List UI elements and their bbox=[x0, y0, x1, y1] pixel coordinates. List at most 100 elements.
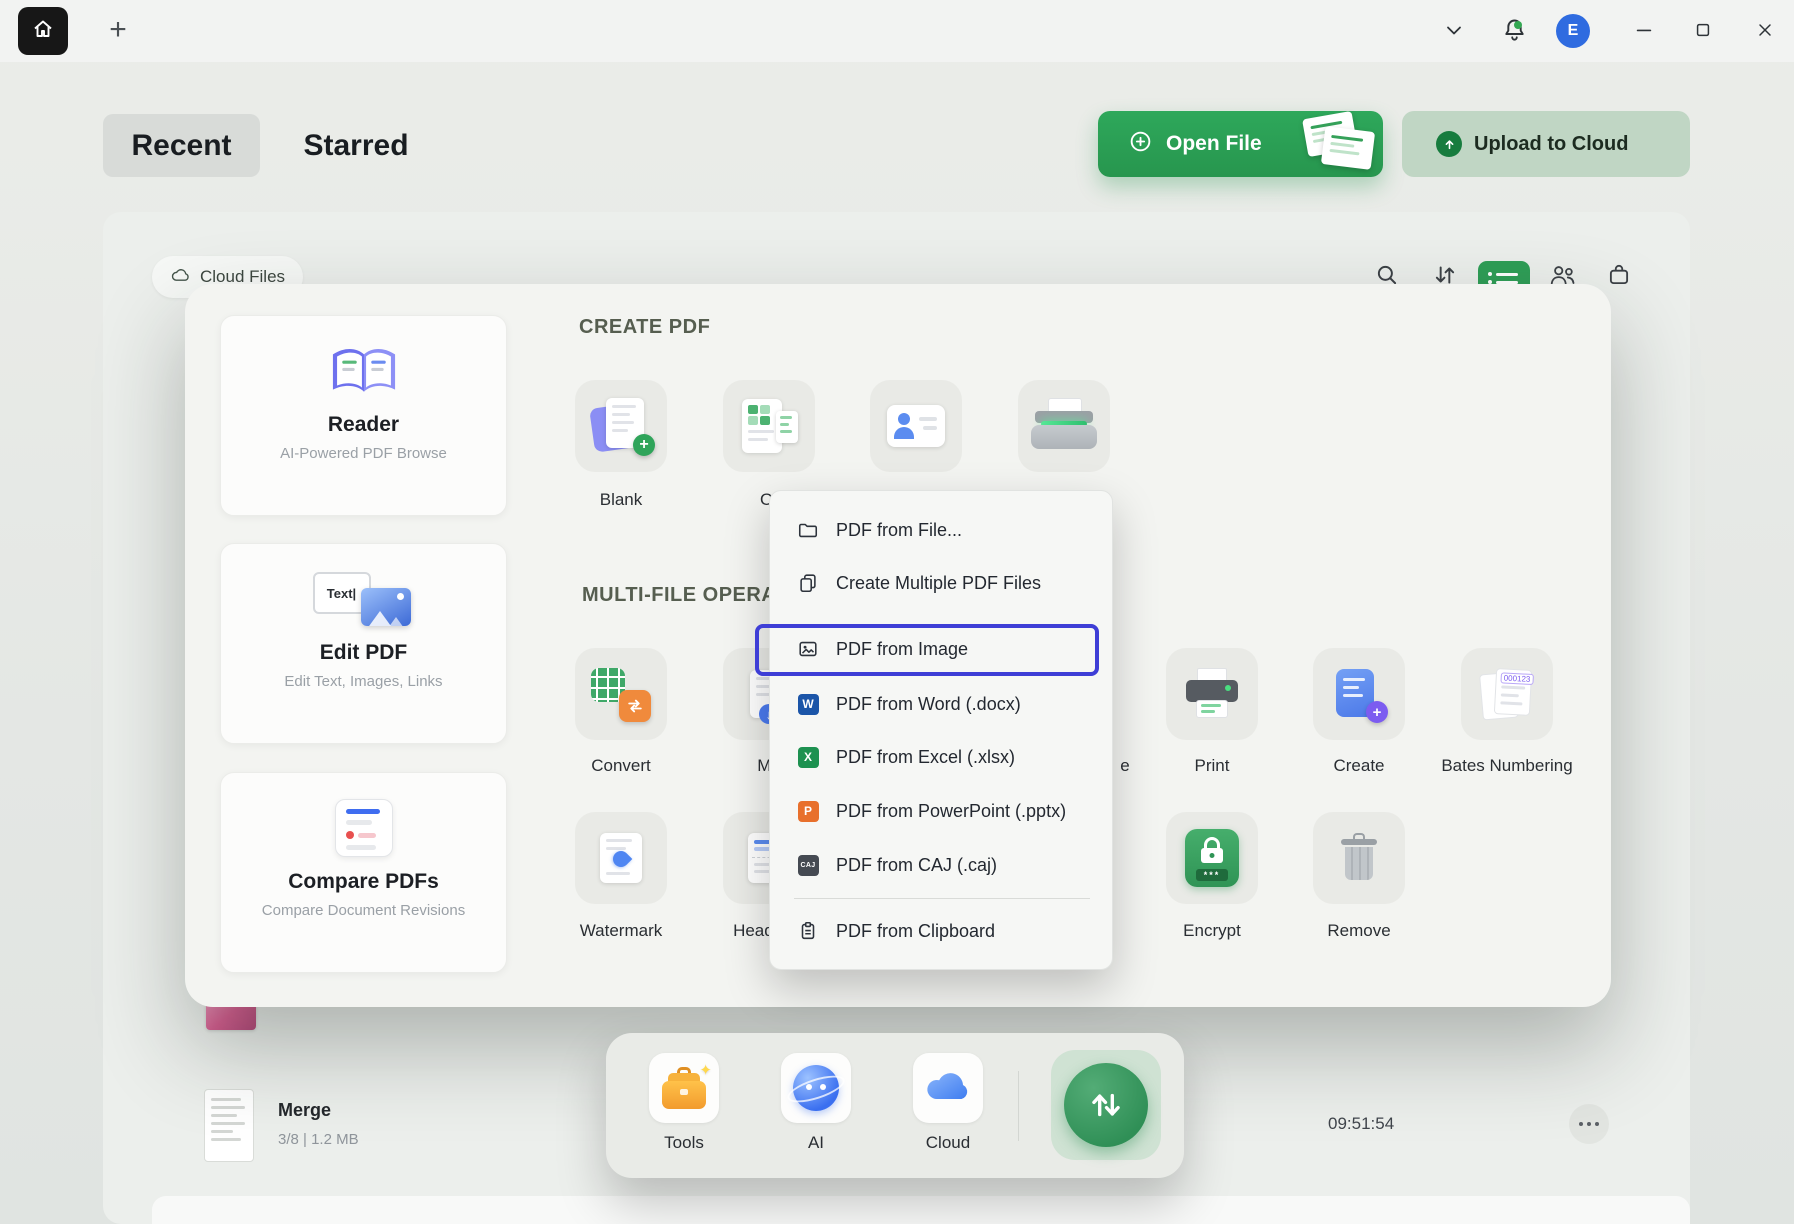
print-label: Print bbox=[1166, 754, 1258, 778]
edit-pdf-card[interactable]: Text| Edit PDF Edit Text, Images, Links bbox=[220, 543, 507, 744]
ai-robot-icon bbox=[793, 1065, 839, 1111]
photo-glyph bbox=[361, 588, 411, 626]
tool-convert-tile[interactable] bbox=[575, 648, 667, 740]
swap-arrows-icon bbox=[1064, 1063, 1148, 1147]
window-minimize-button[interactable] bbox=[1625, 13, 1663, 51]
menu-item-pdf-from-clipboard[interactable]: PDF from Clipboard bbox=[770, 909, 1112, 953]
convert-label: Convert bbox=[575, 754, 667, 778]
id-card-icon bbox=[887, 405, 945, 447]
minimize-icon bbox=[1633, 19, 1655, 46]
image-icon bbox=[796, 637, 820, 661]
dropdown-chevron-button[interactable] bbox=[1435, 13, 1473, 51]
spreadsheet-icon bbox=[740, 397, 798, 455]
print-icon bbox=[1184, 668, 1240, 720]
edit-pdf-icon: Text| bbox=[311, 568, 417, 630]
encrypt-lock-icon: *** bbox=[1185, 829, 1239, 887]
menu-item-pdf-from-caj[interactable]: CAJ PDF from CAJ (.caj) bbox=[770, 843, 1112, 887]
create-icon: + bbox=[1332, 667, 1386, 721]
edit-pdf-title: Edit PDF bbox=[320, 641, 408, 665]
chevron-down-icon bbox=[1442, 18, 1466, 47]
cloud-blue-icon bbox=[923, 1068, 973, 1109]
menu-item-pdf-from-image[interactable]: PDF from Image bbox=[770, 627, 1112, 671]
notifications-button[interactable] bbox=[1495, 13, 1533, 51]
home-tab-button[interactable] bbox=[18, 7, 68, 55]
menu-item-pdf-from-word[interactable]: W PDF from Word (.docx) bbox=[770, 682, 1112, 726]
compare-pdfs-card[interactable]: Compare PDFs Compare Document Revisions bbox=[220, 772, 507, 973]
paper-stack-illustration bbox=[1297, 107, 1375, 179]
new-tab-button[interactable]: + bbox=[98, 10, 138, 50]
create-scanner-tile[interactable] bbox=[1018, 380, 1110, 472]
tool-encrypt-tile[interactable]: *** bbox=[1166, 812, 1258, 904]
window-maximize-button[interactable] bbox=[1684, 13, 1722, 51]
multi-file-heading: MULTI-FILE OPERAT bbox=[582, 584, 788, 607]
file-thumbnail-merge[interactable] bbox=[204, 1089, 254, 1162]
excel-icon: X bbox=[798, 747, 819, 768]
dock-tools-label: Tools bbox=[634, 1133, 734, 1153]
upload-to-cloud-button[interactable]: Upload to Cloud bbox=[1402, 111, 1690, 177]
bottom-dock: ✦ Tools AI Cloud bbox=[606, 1033, 1184, 1178]
bell-icon bbox=[1501, 16, 1528, 48]
user-avatar[interactable]: E bbox=[1556, 14, 1590, 48]
word-icon: W bbox=[798, 694, 819, 715]
close-icon bbox=[1755, 20, 1775, 45]
reader-subtitle: AI-Powered PDF Browse bbox=[280, 445, 447, 462]
compare-pdfs-subtitle: Compare Document Revisions bbox=[262, 902, 465, 919]
scanner-icon bbox=[1029, 398, 1099, 454]
menu-item-pdf-from-file[interactable]: PDF from File... bbox=[770, 508, 1112, 552]
dock-ai-label: AI bbox=[766, 1133, 866, 1153]
dock-divider bbox=[1018, 1071, 1019, 1141]
dock-cloud-label: Cloud bbox=[898, 1133, 998, 1153]
dock-ai-button[interactable] bbox=[781, 1053, 851, 1123]
tab-recent[interactable]: Recent bbox=[103, 114, 260, 177]
dock-cloud-button[interactable] bbox=[913, 1053, 983, 1123]
create-blank-tile[interactable]: + bbox=[575, 380, 667, 472]
blank-tile-label: Blank bbox=[575, 488, 667, 512]
next-row-partial bbox=[152, 1196, 1690, 1224]
covered-label-partial: e bbox=[1115, 754, 1135, 778]
converter-app-button[interactable] bbox=[1051, 1050, 1161, 1160]
encrypt-stars-text: *** bbox=[1196, 869, 1228, 881]
file-more-options-button[interactable] bbox=[1569, 1104, 1609, 1144]
store-button[interactable] bbox=[1600, 258, 1638, 296]
create-pdf-context-menu: PDF from File... Create Multiple PDF Fil… bbox=[769, 490, 1113, 970]
compare-pdfs-icon bbox=[335, 799, 393, 857]
clipboard-icon bbox=[796, 919, 820, 943]
caj-icon: CAJ bbox=[798, 855, 819, 876]
bates-numbering-icon: 000123 bbox=[1477, 666, 1537, 722]
tool-print-tile[interactable] bbox=[1166, 648, 1258, 740]
cloud-icon bbox=[170, 266, 191, 288]
tool-remove-tile[interactable] bbox=[1313, 812, 1405, 904]
reader-book-icon bbox=[324, 338, 404, 404]
copy-pages-icon bbox=[796, 571, 820, 595]
plus-icon: + bbox=[109, 13, 127, 47]
create-others-tile[interactable] bbox=[723, 380, 815, 472]
window-close-button[interactable] bbox=[1746, 13, 1784, 51]
menu-item-create-multiple[interactable]: Create Multiple PDF Files bbox=[770, 561, 1112, 605]
create-label: Create bbox=[1313, 754, 1405, 778]
tool-watermark-tile[interactable] bbox=[575, 812, 667, 904]
app-window: + E Recent Starred Open File bbox=[0, 0, 1794, 1224]
create-idcard-tile[interactable] bbox=[870, 380, 962, 472]
bag-icon bbox=[1606, 262, 1632, 293]
file-timestamp: 09:51:54 bbox=[1328, 1114, 1394, 1134]
titlebar: + E bbox=[0, 0, 1794, 62]
tab-starred[interactable]: Starred bbox=[296, 114, 416, 177]
upload-to-cloud-label: Upload to Cloud bbox=[1474, 133, 1628, 156]
plus-circle-icon bbox=[1128, 129, 1153, 160]
toolbox-icon: ✦ bbox=[660, 1065, 708, 1111]
file-meta: 3/8 | 1.2 MB bbox=[278, 1131, 359, 1148]
dock-tools-button[interactable]: ✦ bbox=[649, 1053, 719, 1123]
encrypt-label: Encrypt bbox=[1166, 919, 1258, 943]
file-name[interactable]: Merge bbox=[278, 1100, 331, 1121]
remove-label: Remove bbox=[1313, 919, 1405, 943]
tool-bates-tile[interactable]: 000123 bbox=[1461, 648, 1553, 740]
create-pdf-heading: CREATE PDF bbox=[579, 316, 710, 339]
open-file-button[interactable]: Open File bbox=[1098, 111, 1383, 177]
reader-card[interactable]: Reader AI-Powered PDF Browse bbox=[220, 315, 507, 516]
menu-item-pdf-from-powerpoint[interactable]: P PDF from PowerPoint (.pptx) bbox=[770, 789, 1112, 833]
watermark-label: Watermark bbox=[575, 919, 667, 943]
tools-flyout-panel: Reader AI-Powered PDF Browse Text| Edit … bbox=[185, 284, 1611, 1007]
powerpoint-icon: P bbox=[798, 801, 819, 822]
tool-create-tile[interactable]: + bbox=[1313, 648, 1405, 740]
menu-item-pdf-from-excel[interactable]: X PDF from Excel (.xlsx) bbox=[770, 735, 1112, 779]
